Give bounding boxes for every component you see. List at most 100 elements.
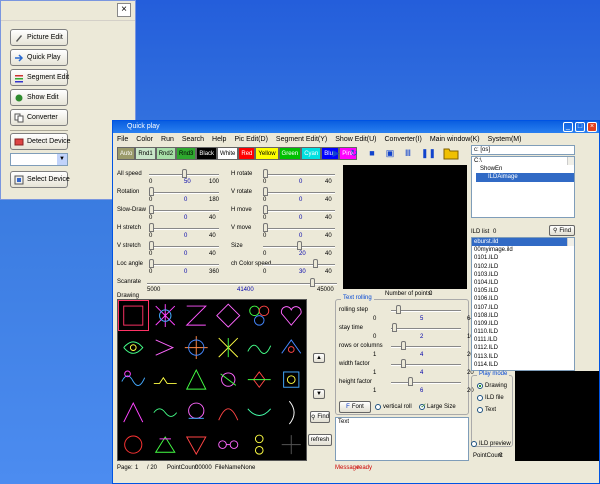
picture-edit-button[interactable]: Picture Edit [10,29,68,46]
show-edit-button[interactable]: Show Edit [10,89,68,106]
minimize-icon[interactable]: _ [563,122,573,132]
ild-list-item[interactable]: 0108.ILD [472,312,574,320]
playmode-drawing-radio[interactable]: Drawing [477,383,507,389]
slow-draw-track[interactable] [149,210,219,212]
ild-list-item[interactable]: 0111.ILD [472,336,574,344]
ch-color-speed-track[interactable] [263,264,335,266]
drawing-thumbnail[interactable] [149,428,180,460]
loc-angle-thumb[interactable] [149,259,154,268]
drawing-thumbnail[interactable] [212,332,243,364]
large-size-box[interactable]: ✓ [419,403,426,410]
ild-list-item[interactable]: 0105.ILD [472,287,574,295]
h-rotate-track[interactable] [263,174,335,176]
converter-button[interactable]: Converter [10,109,68,126]
radio-off-icon[interactable] [477,407,483,413]
ild-find-button[interactable]: ⚲ Find [549,225,575,236]
drawing-thumbnail[interactable] [275,364,306,396]
close-icon[interactable]: × [117,3,131,17]
radio-on-icon[interactable] [477,383,483,389]
drawing-thumbnail[interactable] [181,332,212,364]
refresh-button[interactable]: refresh [308,434,332,446]
folder-icon[interactable] [443,146,459,160]
h-move-track[interactable] [263,210,335,212]
drawing-thumbnail[interactable] [118,300,149,332]
square-icon[interactable]: ▣ [385,148,395,158]
vertical-roll-checkbox[interactable]: vertical roll [375,404,412,410]
drawing-thumbnail[interactable] [244,396,275,428]
ild-list-item[interactable]: 0109.ILD [472,320,574,328]
ild-file-list[interactable]: eburst.ild 00myimage.ild 0101.ILD 0102.ILD 0… [471,237,575,371]
height-factor-track[interactable] [391,382,461,384]
drawing-thumbnail[interactable] [212,428,243,460]
size-thumb[interactable] [296,241,302,250]
device-select[interactable]: ▼ [10,153,68,166]
scroll-down-button[interactable]: ▼ [313,389,325,399]
height-factor-thumb[interactable] [408,377,414,386]
tree-item-ildaimage[interactable]: ILDAimage [476,173,574,182]
v-stretch-thumb[interactable] [149,241,154,250]
ild-list-item[interactable]: 0110.ILD [472,328,574,336]
drawing-thumbnail[interactable] [244,332,275,364]
select-device-button[interactable]: Select Device [10,171,70,188]
close-icon[interactable]: × [587,122,597,132]
v-move-thumb[interactable] [263,223,268,232]
v-rotate-thumb[interactable] [263,187,268,196]
stay-time-thumb[interactable] [392,323,398,332]
ild-preview-checkbox[interactable]: ILD preview [471,441,511,447]
loop-icon[interactable]: ↻ [349,148,359,158]
ild-list-item[interactable]: 0107.ILD [472,304,574,312]
h-stretch-thumb[interactable] [149,223,154,232]
bars-icon[interactable]: Ⅲ [403,148,413,158]
tree-scrollbar[interactable] [567,157,574,166]
ild-list-item[interactable]: 0104.ILD [472,279,574,287]
ild-preview-box[interactable] [471,441,477,447]
menu-converter[interactable]: Converter(I) [385,134,422,145]
ild-list-item[interactable]: 00myimage.ild [472,246,574,254]
menu-main-window[interactable]: Main window(K) [430,134,480,145]
v-stretch-track[interactable] [149,246,219,248]
ild-list-item[interactable]: 0106.ILD [472,295,574,303]
rotation-thumb[interactable] [149,187,154,196]
playmode-text-radio[interactable]: Text [477,407,496,413]
drawing-thumbnail[interactable] [275,332,306,364]
drawing-thumbnail[interactable] [275,300,306,332]
scroll-up-button[interactable]: ▲ [313,353,325,363]
drive-select[interactable]: c: [os] [471,145,575,155]
drawing-thumbnail[interactable] [244,364,275,396]
drawing-thumbnail[interactable] [118,396,149,428]
drawing-find-button[interactable]: ⚲ Find [310,411,330,423]
drawing-thumbnail[interactable] [149,300,180,332]
maximize-icon[interactable]: □ [575,122,585,132]
ild-list-item[interactable]: 0113.ILD [472,353,574,361]
drawing-thumbnail[interactable] [149,396,180,428]
rows-or-columns-thumb[interactable] [401,341,407,350]
tree-item-showen[interactable]: ShowEn [472,165,574,173]
drawing-thumbnail[interactable] [275,428,306,460]
ild-list-item[interactable]: 0102.ILD [472,263,574,271]
segment-edit-button[interactable]: Segment Edit [10,69,69,86]
drawing-thumbnail[interactable] [181,364,212,396]
ild-list-item[interactable]: 0114.ILD [472,361,574,369]
drawing-thumbnail[interactable] [244,300,275,332]
folder-tree[interactable]: C:\ ShowEn ILDAimage [471,156,575,218]
pause-icon[interactable]: ❚❚ [421,148,436,158]
ild-list-item[interactable]: 0112.ILD [472,344,574,352]
drawing-thumbnail[interactable] [244,428,275,460]
drawing-thumbnail[interactable] [181,428,212,460]
rotation-track[interactable] [149,192,219,194]
drawing-thumbnail[interactable] [118,428,149,460]
ch-color-speed-thumb[interactable] [313,259,319,268]
chevron-down-icon[interactable]: ▼ [57,154,67,165]
drawing-thumbnail[interactable] [118,332,149,364]
font-button[interactable]: F Font [339,401,371,413]
h-stretch-track[interactable] [149,228,219,230]
v-move-track[interactable] [263,228,335,230]
loc-angle-track[interactable] [149,264,219,266]
vertical-roll-box[interactable] [375,404,381,410]
drawing-thumbnail[interactable] [149,364,180,396]
width-factor-thumb[interactable] [401,359,407,368]
radio-off-icon[interactable] [477,395,483,401]
drawing-thumbnail[interactable] [181,300,212,332]
ild-list-scrollbar[interactable] [567,238,574,247]
drawing-thumbnail[interactable] [212,364,243,396]
